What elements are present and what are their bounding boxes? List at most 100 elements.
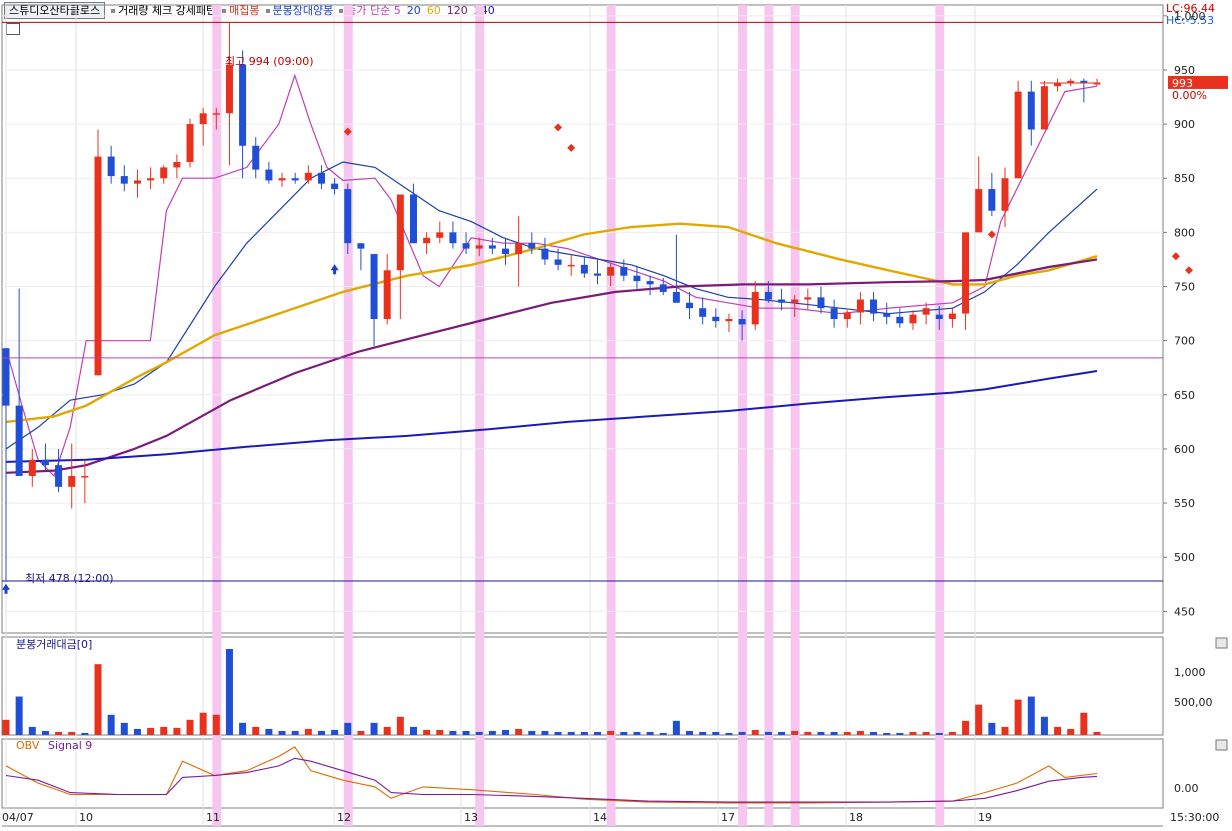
volume-bar: [94, 664, 102, 735]
price-tick-label: 850: [1174, 172, 1195, 185]
x-tick-label: 11: [206, 811, 220, 824]
candle-body: [751, 291, 759, 325]
candle-body: [856, 299, 864, 313]
x-tick-label: 19: [978, 811, 992, 824]
volume-bar: [620, 731, 628, 735]
highlight-bands: [212, 5, 945, 826]
chart-window: 스튜디오산타클로스 거래량 체크 강세패턴 매집봉 분봉장대양봉 종가 단순 5…: [0, 0, 1232, 831]
candle-body: [199, 113, 207, 125]
ma240-line: [5, 370, 1098, 463]
candle-body: [41, 459, 49, 466]
candle-body: [94, 156, 102, 376]
ma5-line: [5, 73, 1098, 478]
volume-bar: [896, 732, 904, 735]
price-tick-label: 750: [1174, 281, 1195, 294]
obv-title: OBV: [16, 739, 40, 752]
candle-body: [672, 291, 680, 303]
candle-body: [528, 243, 536, 249]
chart-canvas[interactable]: 9930.00%1,000950900850800750700650600550…: [0, 0, 1232, 831]
volume-bar: [370, 722, 378, 735]
highlight-band: [790, 5, 800, 826]
volume-bar: [935, 732, 943, 735]
volume-bar: [594, 731, 602, 735]
panel-close-icon: [1215, 739, 1228, 751]
volume-bar: [199, 712, 207, 735]
x-tick-label: 17: [721, 811, 735, 824]
volume-bars: [2, 357, 1163, 735]
candle-body: [699, 308, 707, 317]
price-tick-label: 800: [1174, 226, 1195, 239]
volume-bar: [778, 731, 786, 735]
volume-bar: [883, 732, 891, 735]
candle-body: [594, 273, 602, 276]
candle-body: [357, 243, 365, 249]
price-tick-label: 700: [1174, 335, 1195, 348]
price-panel-frame: [1, 4, 1164, 634]
gridlines: [2, 5, 1163, 826]
volume-bar: [357, 730, 365, 735]
candle-body: [160, 167, 168, 179]
volume-bar: [186, 719, 194, 735]
volume-bar: [515, 728, 523, 735]
x-tick-label: 04/07: [2, 811, 34, 824]
volume-bar: [948, 731, 956, 735]
volume-bar: [304, 728, 312, 735]
volume-bar: [55, 731, 63, 735]
volume-bar: [107, 714, 115, 735]
volume-bar: [120, 722, 128, 735]
volume-bar: [1001, 726, 1009, 735]
candle-body: [331, 183, 339, 190]
volume-bar: [2, 719, 10, 735]
candle-body: [515, 243, 523, 255]
candle-body: [462, 243, 470, 249]
candle-body: [948, 313, 956, 319]
volume-bar: [1067, 728, 1075, 735]
volume-tick-label: 500,00: [1174, 696, 1213, 709]
volume-bar: [212, 714, 220, 735]
candle-body: [778, 299, 786, 303]
diamond-marker-icon: [987, 230, 996, 239]
candle-body: [55, 465, 63, 487]
volume-panel-title: 분봉거래대금[0]: [16, 638, 92, 651]
volume-bar: [81, 732, 89, 735]
candle-body: [133, 180, 141, 184]
candle-body: [580, 264, 588, 274]
volume-bar: [344, 722, 352, 735]
x-tick-label: 13: [464, 811, 478, 824]
volume-bar: [580, 731, 588, 735]
volume-bar: [462, 730, 470, 735]
volume-bar: [41, 730, 49, 735]
candle-body: [1014, 91, 1022, 179]
candle-body: [817, 297, 825, 309]
candle-body: [843, 312, 851, 319]
volume-bar: [856, 730, 864, 735]
volume-bar: [541, 730, 549, 735]
candle-body: [81, 476, 89, 478]
volume-bar: [1014, 699, 1022, 735]
ma120-line: [5, 258, 1098, 474]
candle-body: [212, 113, 220, 115]
candle-body: [409, 194, 417, 244]
moving-averages: [5, 73, 1098, 478]
candle-body: [252, 145, 260, 170]
current-change-value: 0.00%: [1172, 89, 1207, 102]
candle-body: [147, 178, 155, 181]
x-tick-label: 10: [79, 811, 93, 824]
volume-bar: [383, 726, 391, 735]
volume-bar: [1054, 726, 1062, 735]
volume-bar: [488, 730, 496, 735]
candle-body: [620, 267, 628, 276]
candle-body: [567, 264, 575, 267]
candle-body: [554, 259, 562, 265]
candle-body: [883, 313, 891, 317]
candle-body: [2, 348, 10, 406]
highlight-band: [738, 5, 748, 826]
volume-bar: [133, 728, 141, 735]
candle-body: [344, 189, 352, 244]
volume-bar: [265, 728, 273, 735]
volume-bar: [278, 730, 286, 735]
up-arrow-icon: [2, 583, 10, 594]
volume-bar: [15, 696, 23, 735]
candle-body: [975, 189, 983, 233]
candle-body: [988, 189, 996, 211]
